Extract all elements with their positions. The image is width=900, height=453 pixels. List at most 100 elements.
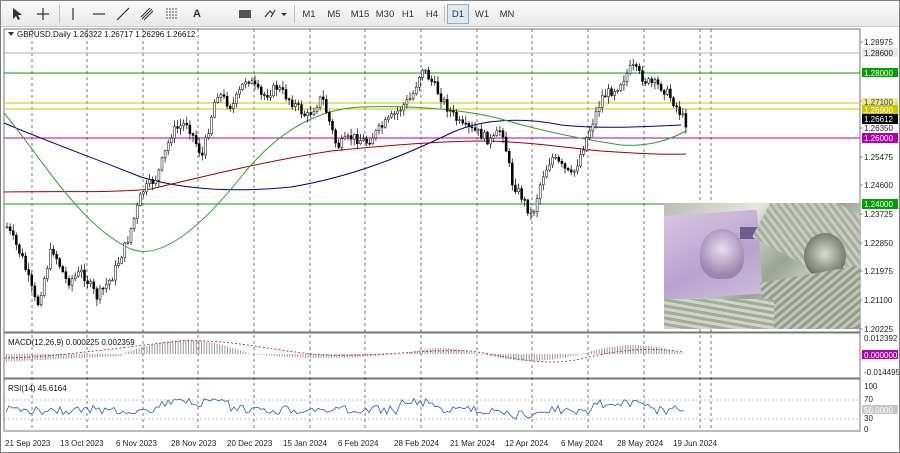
price-tag-128600: 1.28600 <box>862 48 898 58</box>
macd-bar <box>26 354 28 361</box>
horizontal-line-icon[interactable] <box>89 4 109 24</box>
timeframe-m1[interactable]: M1 <box>298 4 320 24</box>
crosshair-icon[interactable] <box>33 4 53 24</box>
candle-body <box>507 150 511 164</box>
text-tool-icon[interactable]: A <box>187 4 207 24</box>
candle-body <box>337 142 340 148</box>
macd-bar <box>302 354 304 358</box>
candle-body <box>179 125 182 129</box>
macd-bar <box>211 342 213 354</box>
price-axis-label: 1.23725 <box>864 210 893 219</box>
macd-bar <box>47 354 49 360</box>
candle-body <box>356 134 359 144</box>
macd-bar <box>458 349 460 354</box>
macd-bar <box>182 340 184 354</box>
macd-bar <box>341 354 343 358</box>
candle-body <box>604 95 607 98</box>
candle-body <box>114 265 117 281</box>
vertical-line-icon[interactable] <box>63 4 83 24</box>
timeframe-h1[interactable]: H1 <box>397 4 419 24</box>
macd-bar <box>666 349 668 354</box>
timeframe-mn[interactable]: MN <box>495 4 519 24</box>
candle-body <box>309 112 313 115</box>
candle-body <box>619 84 623 91</box>
macd-bar <box>414 351 416 354</box>
timeframe-d1[interactable]: D1 <box>447 4 469 24</box>
candle-body <box>86 280 89 285</box>
macd-bar <box>346 354 348 358</box>
candle-body <box>24 255 27 270</box>
timeframe-m15[interactable]: M15 <box>347 4 373 24</box>
macd-bar <box>188 340 189 354</box>
macd-bar <box>500 354 501 358</box>
cursor-icon[interactable] <box>7 4 27 24</box>
candle-body <box>275 84 278 90</box>
candle-body <box>430 78 433 82</box>
macd-bar <box>86 354 88 358</box>
candle-body <box>672 97 675 107</box>
macd-bar <box>658 347 660 354</box>
candle-body <box>98 287 102 300</box>
price-tag-126000: 1.26000 <box>862 133 898 143</box>
candle-body <box>569 169 573 173</box>
macd-bar <box>167 341 169 354</box>
candle-body <box>408 98 412 100</box>
candle-body <box>235 93 238 104</box>
arrows-dropdown-icon[interactable] <box>261 4 289 24</box>
candle-body <box>548 164 551 171</box>
candle-body <box>452 110 455 113</box>
macd-bar <box>123 353 124 354</box>
candle-body <box>247 81 251 84</box>
candle-body <box>39 295 43 305</box>
date-axis-label: 21 Mar 2024 <box>450 439 495 448</box>
macd-bar <box>552 354 553 360</box>
macd-bar <box>492 354 494 357</box>
macd-bar <box>450 348 452 354</box>
macd-bar <box>364 354 366 357</box>
candle-body <box>33 285 37 298</box>
macd-bar <box>253 354 254 355</box>
macd-bar <box>585 352 587 354</box>
macd-bar <box>250 353 252 355</box>
trendline-icon[interactable] <box>113 4 133 24</box>
candle-body <box>303 113 306 116</box>
macd-bar <box>193 340 195 354</box>
candle-body <box>421 69 424 78</box>
macd-bar <box>34 354 36 361</box>
macd-bar <box>172 340 174 354</box>
macd-bar <box>281 354 283 357</box>
timeframe-h4[interactable]: H4 <box>421 4 443 24</box>
candle-body <box>290 99 294 108</box>
candle-body <box>377 125 381 131</box>
macd-bar <box>606 347 608 354</box>
candle-body <box>334 129 337 144</box>
rsi-axis: 100 70 50.0000 30 0 <box>862 382 898 434</box>
timeframe-m5[interactable]: M5 <box>323 4 345 24</box>
label-tool-icon[interactable] <box>235 4 255 24</box>
macd-bar <box>536 354 538 361</box>
chart-toolbar: A M1 M5 M15 M30 H1 H4 D1 W1 MN <box>1 1 899 27</box>
timeframe-m30[interactable]: M30 <box>372 4 398 24</box>
candle-body <box>263 94 266 96</box>
macd-bar <box>424 349 426 354</box>
candle-body <box>684 113 688 128</box>
macd-bar <box>484 354 486 355</box>
svg-text:-0.014495: -0.014495 <box>864 368 899 377</box>
macd-bar <box>570 354 572 357</box>
timeframe-w1[interactable]: W1 <box>471 4 493 24</box>
macd-bar <box>541 354 543 361</box>
macd-bar <box>588 352 590 354</box>
fibonacci-icon[interactable] <box>162 4 182 24</box>
macd-bar <box>146 345 148 354</box>
macd-bar <box>58 354 59 360</box>
macd-bar <box>115 354 117 357</box>
date-axis-label: 6 Feb 2024 <box>338 439 379 448</box>
candle-body <box>42 278 46 296</box>
candle-body <box>635 64 638 67</box>
channel-icon[interactable] <box>137 4 157 24</box>
candle-body <box>641 70 644 82</box>
candle-body <box>278 87 282 90</box>
candle-body <box>594 111 598 125</box>
candle-body <box>256 83 260 88</box>
candle-body <box>653 79 657 83</box>
